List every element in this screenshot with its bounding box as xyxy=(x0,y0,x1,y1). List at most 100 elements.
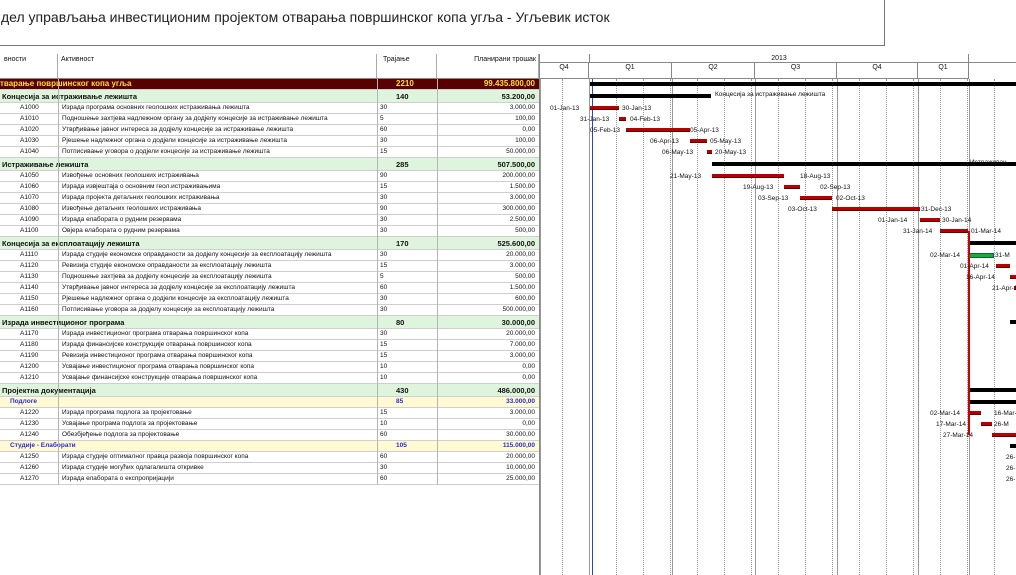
activity-duration: 15 xyxy=(380,148,388,155)
task-bar[interactable] xyxy=(690,139,707,143)
table-row[interactable]: A1130 Подношење захтјева за додјелу конце… xyxy=(0,272,539,283)
gantt-label: 31-Jan-13 xyxy=(580,116,610,123)
group-name: Студије - Елаборати xyxy=(10,442,76,449)
gantt-label: 02-Mar-14 xyxy=(930,410,960,417)
group-cost: 33.000,00 xyxy=(506,398,535,405)
activity-cost: 3.000,00 xyxy=(509,194,535,201)
task-bar[interactable] xyxy=(619,117,626,121)
summary-bar[interactable] xyxy=(968,400,1016,404)
col-header-activity[interactable]: Активност xyxy=(58,54,377,79)
table-row[interactable]: A1200 Усвајање инвестиционог програма отв… xyxy=(0,362,539,373)
summary-bar[interactable] xyxy=(1010,444,1016,448)
activity-cost: 3.000,00 xyxy=(509,409,535,416)
task-bar[interactable] xyxy=(590,106,619,110)
activity-duration: 60 xyxy=(380,431,388,438)
task-bar[interactable] xyxy=(992,433,1016,437)
table-row[interactable]: A1070 Израда пројекта детаљних геолошких … xyxy=(0,193,539,204)
activity-id: A1210 xyxy=(20,374,39,381)
table-row[interactable]: A1180 Израда финансијске конструкције отв… xyxy=(0,340,539,351)
summary-row[interactable]: Истраживање лежишта 285 507.500,00 xyxy=(0,158,539,171)
activity-name: Усвајање програма подлога за пројектовањ… xyxy=(62,420,198,427)
task-bar[interactable] xyxy=(712,174,784,178)
table-row[interactable]: A1100 Овјера елабората о рудним резервама… xyxy=(0,226,539,237)
timeline-quarter: Q1 xyxy=(589,63,672,79)
gantt-label: 26- xyxy=(1006,465,1016,472)
col-header-id[interactable]: вности xyxy=(0,54,58,79)
col-header-duration[interactable]: Трајање xyxy=(377,54,437,79)
table-row[interactable]: A1020 Утврђивање јавног интереса за додје… xyxy=(0,125,539,136)
gantt-label: 26- xyxy=(1006,476,1016,483)
activity-name: Израда студије могућих одлагалишта откри… xyxy=(62,464,204,471)
gantt-grid-line xyxy=(697,79,698,575)
table-row[interactable]: A1230 Усвајање програма подлога за пројек… xyxy=(0,419,539,430)
gantt-grid-line xyxy=(913,79,914,575)
task-bar[interactable] xyxy=(784,185,800,189)
activity-id: A1090 xyxy=(20,216,39,223)
table-row[interactable]: A1210 Усвајање финансијске конструкције о… xyxy=(0,373,539,384)
table-row[interactable]: A1050 Извођење основних геолошких истражи… xyxy=(0,171,539,182)
summary-bar[interactable] xyxy=(590,94,711,98)
today-line xyxy=(592,79,593,575)
task-bar[interactable] xyxy=(981,422,992,426)
table-row[interactable]: A1170 Израда инвестиционог програма отвар… xyxy=(0,329,539,340)
timeline-quarter: Q3 xyxy=(755,63,837,79)
table-row[interactable]: A1270 Израда елабората о експропријацији 6… xyxy=(0,474,539,485)
summary-row[interactable]: Концесија за експлоатацију лежишта 170 525… xyxy=(0,237,539,250)
table-row[interactable]: A1120 Ревизија студије економске оправдан… xyxy=(0,261,539,272)
task-bar[interactable] xyxy=(626,128,690,132)
table-row[interactable]: A1190 Ревизија инвестиционог програма отв… xyxy=(0,351,539,362)
activity-id: A1080 xyxy=(20,205,39,212)
summary-row[interactable]: Израда инвестиционог програма 80 30.000,00 xyxy=(0,316,539,329)
task-bar[interactable] xyxy=(832,207,920,211)
table-row[interactable]: A1260 Израда студије могућих одлагалишта … xyxy=(0,463,539,474)
gantt-label: 02-Sep-13 xyxy=(820,184,851,191)
table-row[interactable]: A1150 Рјешење надлежног органа о додјели … xyxy=(0,294,539,305)
summary-row[interactable]: тварање површинског копа угља 2210 99.435.… xyxy=(0,79,539,90)
table-row[interactable]: A1010 Подношење захтјева надлежном органу… xyxy=(0,114,539,125)
activity-duration: 60 xyxy=(380,453,388,460)
page-title: дел управљања инвестиционим пројектом от… xyxy=(1,9,610,25)
activity-duration: 30 xyxy=(380,464,388,471)
table-row[interactable]: A1220 Израда програма подлога за пројекто… xyxy=(0,408,539,419)
table-row[interactable]: A1160 Потписивање уговора за додјелу конц… xyxy=(0,305,539,316)
table-row[interactable]: A1140 Утврђивање јавног интереса за додје… xyxy=(0,283,539,294)
task-bar[interactable] xyxy=(1010,275,1016,279)
summary-row[interactable]: Концесија за истраживање лежишта 140 53.20… xyxy=(0,90,539,103)
group-row[interactable]: Студије - Елаборати 105 115.000,00 xyxy=(0,441,539,452)
group-duration: 2210 xyxy=(396,79,414,88)
table-row[interactable]: A1030 Рјешење надлежног органа о додјели … xyxy=(0,136,539,147)
table-row[interactable]: A1090 Израда елабората о рудним резервама… xyxy=(0,215,539,226)
gantt-grid-line xyxy=(751,79,752,575)
gantt-label: 21-May-13 xyxy=(670,173,702,180)
summary-bar[interactable] xyxy=(590,82,1016,86)
task-bar[interactable] xyxy=(920,218,940,222)
activity-name: Израда студије оптималног правца развоја… xyxy=(62,453,249,460)
table-row[interactable]: A1060 Израда извјештаја о основним геол.и… xyxy=(0,182,539,193)
table-row[interactable]: A1240 Обезбјеђење подлога за пројектовање… xyxy=(0,430,539,441)
col-header-cost[interactable]: Планирани трошак xyxy=(437,54,539,79)
table-row[interactable]: A1110 Израда студије економске оправданос… xyxy=(0,250,539,261)
gantt-label: 27-Mar-14 xyxy=(943,432,973,439)
summary-bar[interactable] xyxy=(968,241,1016,245)
task-bar[interactable] xyxy=(996,264,1010,268)
activity-duration: 15 xyxy=(380,409,388,416)
milestone-bar[interactable] xyxy=(968,253,994,258)
table-row[interactable]: A1250 Израда студије оптималног правца ра… xyxy=(0,452,539,463)
summary-bar[interactable] xyxy=(1010,320,1016,324)
activity-cost: 1.500,00 xyxy=(509,284,535,291)
task-bar[interactable] xyxy=(800,196,832,200)
column-divider xyxy=(437,79,438,485)
table-row[interactable]: A1040 Потписивање уговора о додјели конце… xyxy=(0,147,539,158)
activity-id: A1240 xyxy=(20,431,39,438)
gantt-label: 31-Dec-13 xyxy=(921,206,952,213)
group-row[interactable]: Подлоге 85 33.000,00 xyxy=(0,397,539,408)
table-row[interactable]: A1080 Извођење детаљних геолошких истражи… xyxy=(0,204,539,215)
task-bar[interactable] xyxy=(940,229,968,233)
summary-row[interactable]: Пројектна документација 430 486.000,00 xyxy=(0,384,539,397)
table-row[interactable]: A1000 Израда програма основних геолошких … xyxy=(0,103,539,114)
activity-id: A1270 xyxy=(20,475,39,482)
task-bar[interactable] xyxy=(707,150,712,154)
summary-bar[interactable] xyxy=(968,388,1016,392)
activity-id: A1170 xyxy=(20,330,39,337)
activity-id: A1050 xyxy=(20,172,39,179)
